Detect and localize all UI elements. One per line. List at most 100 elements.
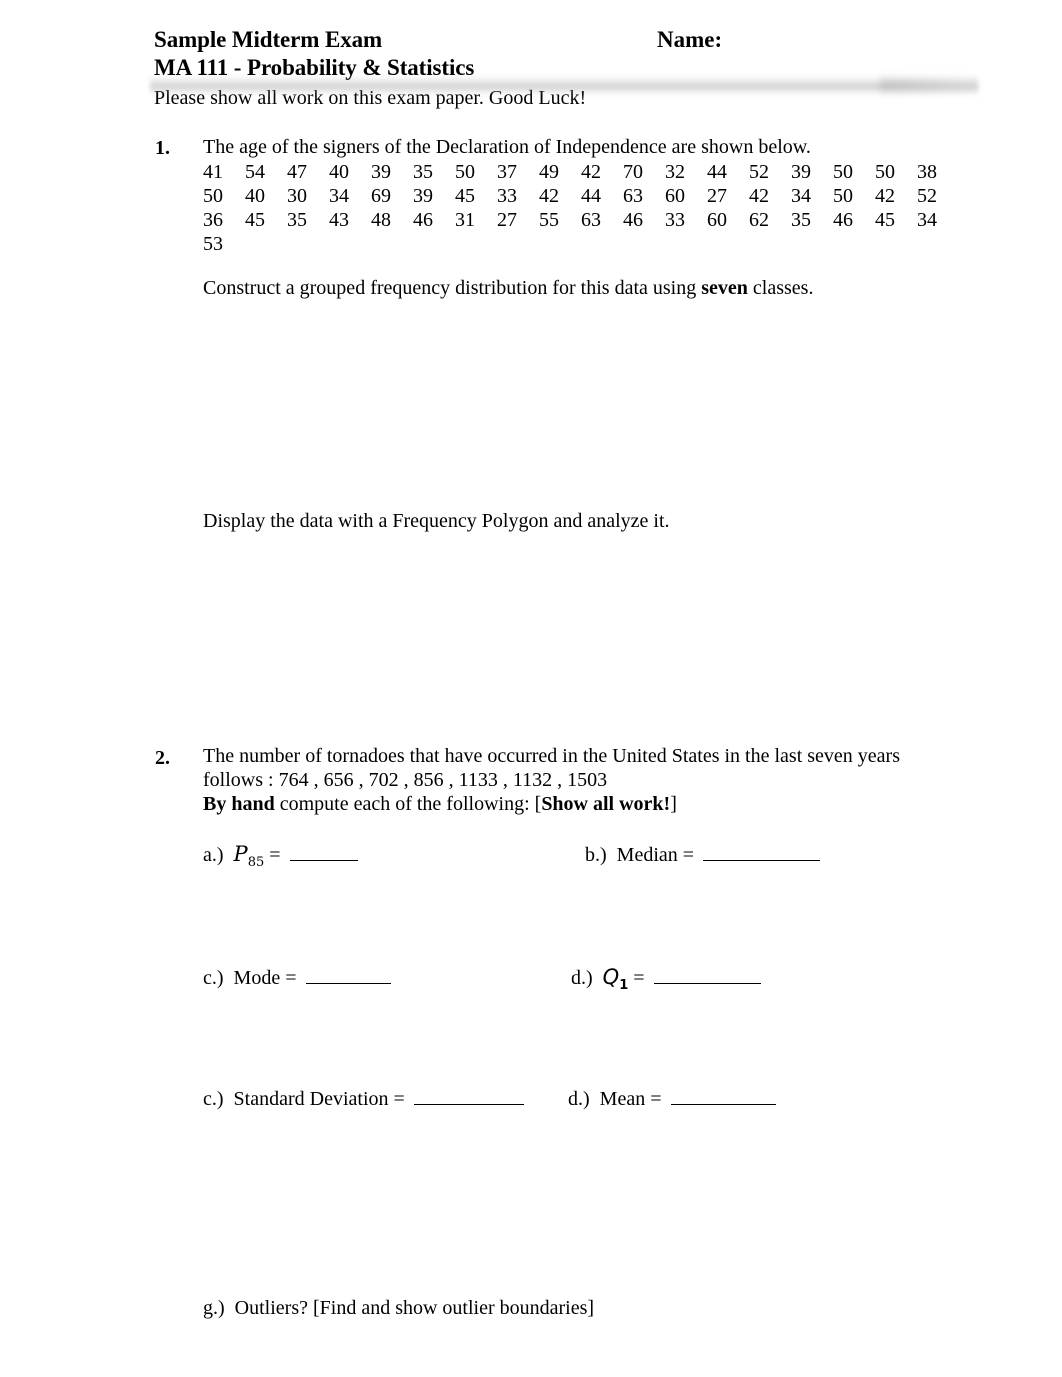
data-cell: 36 <box>203 209 223 231</box>
data-cell: 52 <box>749 161 769 183</box>
data-cell: 39 <box>791 161 811 183</box>
data-cell: 42 <box>581 161 601 183</box>
data-cell: 48 <box>371 209 391 231</box>
part-f-answer-blank[interactable] <box>670 1085 776 1105</box>
part-e: c.) Standard Deviation = <box>203 1085 524 1112</box>
data-cell: 34 <box>791 185 811 207</box>
part-b-answer-blank[interactable] <box>703 841 821 861</box>
table-row: 50 40 30 34 69 39 45 33 42 44 63 60 27 4… <box>203 184 959 208</box>
part-g: g.) Outliers? [Find and show outlier bou… <box>203 1295 594 1321</box>
instruction-emphasis-show-all-work: Show all work! <box>541 793 671 815</box>
question-1-prompt: The age of the signers of the Declaratio… <box>203 136 811 158</box>
data-cell: 46 <box>413 209 433 231</box>
data-cell: 40 <box>329 161 349 183</box>
header-course-row: MA 111 - Probability & Statistics <box>154 54 1014 82</box>
data-cell: 53 <box>203 233 223 255</box>
part-a-answer-blank[interactable] <box>289 841 358 861</box>
header-title-row: Sample Midterm Exam Name: <box>154 26 1014 54</box>
data-cell: 32 <box>665 161 685 183</box>
part-d-symbol-letter: Q <box>602 965 620 989</box>
tornado-values: 764 , 656 , 702 , 856 , 1133 , 1132 , 15… <box>278 769 608 791</box>
part-d-equals: = <box>633 967 645 989</box>
part-b: b.) Median = <box>585 841 821 868</box>
question-1-instruction-grouped-frequency: Construct a grouped frequency distributi… <box>203 276 813 300</box>
question-2-prompt-line-1: The number of tornadoes that have occurr… <box>203 745 900 767</box>
data-cell: 50 <box>455 161 475 183</box>
data-cell: 45 <box>245 209 265 231</box>
data-cell: 60 <box>707 209 727 231</box>
course-title: MA 111 - Probability & Statistics <box>154 55 475 80</box>
exam-title: Sample Midterm Exam <box>154 27 383 52</box>
data-cell: 45 <box>875 209 895 231</box>
instruction-emphasis-by-hand: By hand <box>203 793 275 815</box>
instruction-text-pre: Construct a grouped frequency distributi… <box>203 277 702 299</box>
part-c-answer-blank[interactable] <box>305 964 391 984</box>
data-cell: 49 <box>539 161 559 183</box>
data-cell: 34 <box>917 209 937 231</box>
part-g-label: g.) <box>203 1297 225 1319</box>
data-cell: 62 <box>749 209 769 231</box>
question-2-prompt-line-2: follows : 764 , 656 , 702 , 856 , 1133 ,… <box>203 768 1003 792</box>
part-a: a.) P85 = <box>203 841 358 876</box>
data-cell: 34 <box>329 185 349 207</box>
part-d-symbol: Q1 <box>602 965 629 993</box>
data-cell: 30 <box>287 185 307 207</box>
part-d-answer-blank[interactable] <box>653 964 761 984</box>
data-cell: 40 <box>245 185 265 207</box>
data-cell: 33 <box>665 209 685 231</box>
part-a-label: a.) <box>203 844 224 866</box>
part-c: c.) Mode = <box>203 964 391 991</box>
part-c-text: Mode = <box>233 967 297 989</box>
data-cell: 35 <box>413 161 433 183</box>
instruction-emphasis-seven: seven <box>701 277 748 299</box>
question-1-body: The age of the signers of the Declaratio… <box>203 135 1003 256</box>
data-cell: 50 <box>833 185 853 207</box>
data-cell: 42 <box>875 185 895 207</box>
exam-page: Sample Midterm Exam Name: MA 111 - Proba… <box>0 0 1062 1377</box>
part-f-label: d.) <box>568 1088 590 1110</box>
part-g-text: Outliers? [Find and show outlier boundar… <box>234 1297 595 1319</box>
part-e-label: c.) <box>203 1088 224 1110</box>
data-cell: 45 <box>455 185 475 207</box>
data-cell: 63 <box>623 185 643 207</box>
data-cell: 50 <box>833 161 853 183</box>
data-cell: 60 <box>665 185 685 207</box>
part-c-label: c.) <box>203 967 224 989</box>
data-cell: 47 <box>287 161 307 183</box>
data-cell: 54 <box>245 161 265 183</box>
part-f-text: Mean = <box>599 1088 662 1110</box>
question-2-number: 2. <box>155 747 170 769</box>
part-e-answer-blank[interactable] <box>413 1085 524 1105</box>
data-cell: 39 <box>371 161 391 183</box>
data-cell: 42 <box>749 185 769 207</box>
table-row: 41 54 47 40 39 35 50 37 49 42 70 32 44 5… <box>203 160 959 184</box>
part-b-text: Median = <box>616 844 695 866</box>
part-a-symbol-subscript: 85 <box>247 855 265 871</box>
instruction-text-mid: compute each of the following: [ <box>274 793 542 815</box>
data-cell: 27 <box>707 185 727 207</box>
data-cell: 43 <box>329 209 349 231</box>
data-cell: 52 <box>917 185 937 207</box>
table-row: 36 45 35 43 48 46 31 27 55 63 46 33 60 6… <box>203 208 959 232</box>
question-2-row-ab: a.) P85 = b.) Median = <box>203 841 1003 871</box>
part-e-text: Standard Deviation = <box>233 1088 405 1110</box>
data-cell: 38 <box>917 161 937 183</box>
question-2-body: The number of tornadoes that have occurr… <box>203 744 1003 816</box>
data-cell: 31 <box>455 209 475 231</box>
data-cell: 69 <box>371 185 391 207</box>
data-cell: 70 <box>623 161 643 183</box>
data-cell: 33 <box>497 185 517 207</box>
question-1-instruction-frequency-polygon: Display the data with a Frequency Polygo… <box>203 510 670 532</box>
data-cell: 46 <box>833 209 853 231</box>
table-row: 53 <box>203 232 959 256</box>
instruction-text-post: classes. <box>747 277 814 299</box>
exam-instructions-note: Please show all work on this exam paper.… <box>154 87 587 109</box>
data-cell: 37 <box>497 161 517 183</box>
data-cell: 39 <box>413 185 433 207</box>
data-cell: 55 <box>539 209 559 231</box>
data-cell: 35 <box>287 209 307 231</box>
question-1-number: 1. <box>155 137 170 159</box>
ages-data-grid: 41 54 47 40 39 35 50 37 49 42 70 32 44 5… <box>203 160 959 256</box>
name-label: Name: <box>657 27 723 52</box>
part-f: d.) Mean = <box>568 1085 776 1112</box>
